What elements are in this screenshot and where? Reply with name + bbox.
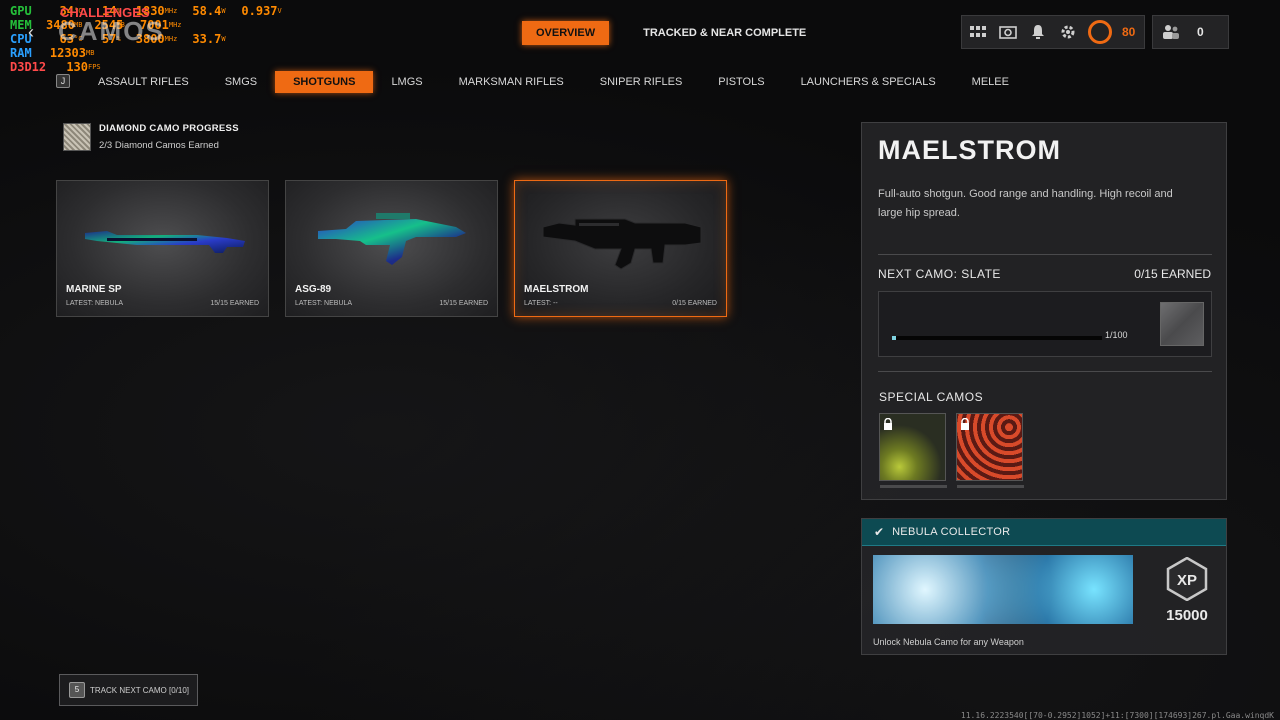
special-camo-bar [880,485,947,488]
next-camo-label: NEXT CAMO: SLATE [878,267,1001,281]
weapon-card-marine-sp[interactable]: MARINE SP LATEST: NEBULA 15/15 EARNED [56,180,269,317]
camo-progress-fill [892,336,897,340]
weapon-detail-title: MAELSTROM [878,135,1061,165]
overlay-unit: MHz [164,7,178,15]
tab-overview[interactable]: OVERVIEW [522,21,610,45]
weapon-name: ASG-89 [295,284,332,295]
track-key-hint: 5 [69,682,85,698]
overlay-unit: MHz [164,35,178,43]
page-title: CAMOS [58,16,165,46]
overlay-unit: V [277,7,282,15]
diamond-camo-progress: DIAMOND CAMO PROGRESS 2/3 Diamond Camos … [63,123,239,151]
weapon-detail-description: Full-auto shotgun. Good range and handli… [878,188,1173,219]
next-camo-earned: 0/15 EARNED [1134,267,1211,281]
overlay-title: CHALLENGES [60,5,150,20]
settings-gear-icon[interactable] [1058,22,1078,42]
overlay-unit: W [221,7,226,15]
lock-icon [961,418,969,430]
category-tabs: ASSAULT RIFLES SMGS SHOTGUNS LMGS MARKSM… [80,71,1027,93]
overlay-unit: MB [86,49,95,57]
slate-camo-thumbnail [1160,302,1204,346]
overlay-value: 0.937 [241,4,278,18]
back-arrow-icon[interactable]: ‹ [28,22,48,42]
weapon-detail-panel: MAELSTROM Full-auto shotgun. Good range … [861,122,1227,500]
overlay-value: 58.4 [192,4,222,18]
tab-tracked-near-complete[interactable]: TRACKED & NEAR COMPLETE [629,21,820,45]
weapon-name: MARINE SP [66,284,122,295]
weapon-image-marine-sp [85,231,245,253]
challenge-title: NEBULA COLLECTOR [892,526,1011,538]
overlay-unit: MHz [168,21,182,29]
overlay-unit: W [221,35,226,43]
category-shotguns[interactable]: SHOTGUNS [275,71,374,93]
weapon-name: MAELSTROM [524,284,589,295]
checkmark-icon: ✔ [874,525,885,539]
overlay-row-ram: RAM 12303 MB [10,46,294,60]
diamond-camo-title: DIAMOND CAMO PROGRESS [99,123,239,134]
divider [878,254,1212,255]
weapon-cards: MARINE SP LATEST: NEBULA 15/15 EARNED AS… [56,180,727,317]
weapon-latest-camo: LATEST: -- [524,300,558,307]
player-level: 80 [1122,25,1136,39]
category-sniper-rifles[interactable]: SNIPER RIFLES [582,71,701,93]
grid-menu-icon[interactable] [968,22,988,42]
challenge-header: ✔ NEBULA COLLECTOR [862,519,1226,546]
top-tabs: OVERVIEW TRACKED & NEAR COMPLETE [522,21,820,45]
overlay-label: RAM [10,46,32,60]
camo-progress-bar [892,336,1102,340]
weapon-card-asg-89[interactable]: ASG-89 LATEST: NEBULA 15/15 EARNED [285,180,498,317]
track-label: TRACK NEXT CAMO [0/10] [90,685,189,695]
category-marksman-rifles[interactable]: MARKSMAN RIFLES [441,71,582,93]
build-id: 11.16.2223540[[70-0.2952]1052]+11:[7300]… [960,711,1274,720]
friends-icon [1161,22,1181,42]
category-melee[interactable]: MELEE [954,71,1027,93]
xp-amount: 15000 [1166,607,1208,624]
weapon-latest-camo: LATEST: NEBULA [66,300,124,307]
weapon-image-asg-89 [318,213,466,265]
camera-icon[interactable] [998,22,1018,42]
diamond-camo-subtitle: 2/3 Diamond Camos Earned [99,140,219,151]
weapon-latest-camo: LATEST: NEBULA [295,300,353,307]
next-camo-progress[interactable]: 1/100 [878,291,1212,357]
category-smgs[interactable]: SMGS [207,71,275,93]
player-level-icon[interactable] [1088,20,1112,44]
overlay-value: 33.7 [192,32,222,46]
friends-button[interactable]: 0 [1152,15,1229,49]
category-launchers-specials[interactable]: LAUNCHERS & SPECIALS [783,71,954,93]
track-next-camo-button[interactable]: 5 TRACK NEXT CAMO [0/10] [59,674,198,706]
category-assault-rifles[interactable]: ASSAULT RIFLES [80,71,207,93]
overlay-value: 12303 [49,46,86,60]
challenge-description: Unlock Nebula Camo for any Weapon [873,637,1024,647]
challenge-panel[interactable]: ✔ NEBULA COLLECTOR XP 15000 Unlock Nebul… [861,518,1227,655]
friends-count: 0 [1197,25,1204,39]
weapon-card-maelstrom[interactable]: MAELSTROM LATEST: -- 0/15 EARNED [514,180,727,317]
top-controls: 80 [961,15,1145,49]
special-camos [879,413,1024,488]
xp-badge-icon: XP [1166,557,1208,601]
back-key-hint: J [56,74,70,88]
overlay-label: D3D12 [10,60,47,74]
weapon-earned-count: 15/15 EARNED [210,300,259,307]
svg-text:XP: XP [1177,572,1197,589]
special-camo-bar [957,485,1024,488]
category-lmgs[interactable]: LMGS [373,71,440,93]
special-camo-2[interactable] [956,413,1024,488]
lock-icon [884,418,892,430]
weapon-earned-count: 15/15 EARNED [439,300,488,307]
special-camos-label: SPECIAL CAMOS [879,390,984,404]
diamond-camo-thumbnail [63,123,91,151]
weapon-earned-count: 0/15 EARNED [672,300,717,307]
category-pistols[interactable]: PISTOLS [700,71,782,93]
notification-bell-icon[interactable] [1028,22,1048,42]
overlay-label: GPU [10,4,32,18]
divider [878,371,1212,372]
weapon-image-maelstrom [542,218,702,270]
special-camo-1[interactable] [879,413,947,488]
challenge-reward-image [873,555,1133,624]
camo-progress-value: 1/100 [1105,330,1128,340]
